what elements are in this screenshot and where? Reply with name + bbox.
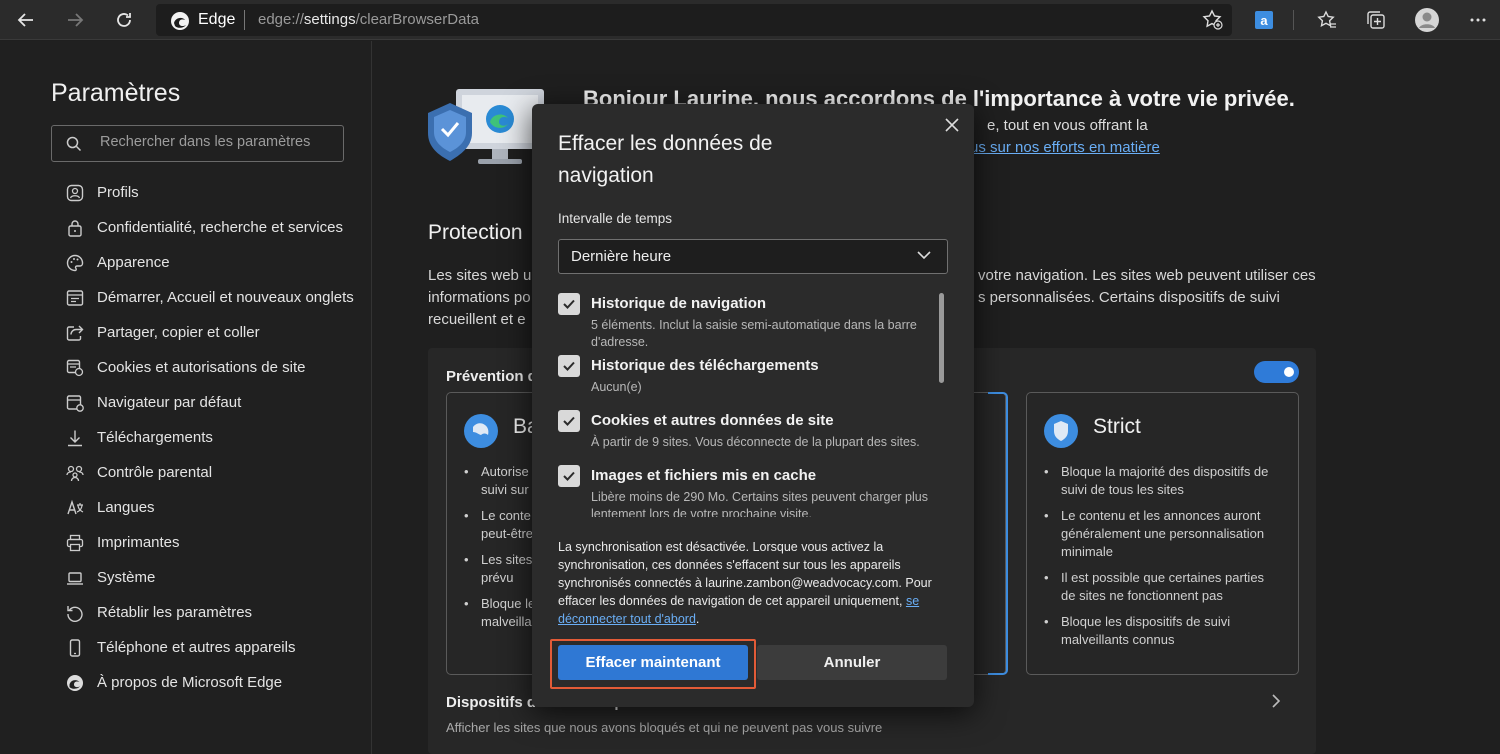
- greeting-subtext: e, tout en vous offrant la: [987, 117, 1148, 134]
- sidebar-item-reset[interactable]: Rétablir les paramètres: [66, 598, 356, 633]
- printer-icon: [66, 534, 84, 552]
- profile-avatar-icon[interactable]: [1413, 6, 1441, 34]
- address-separator: [244, 10, 245, 30]
- browser-toolbar: Edge edge://settings/clearBrowserData a: [0, 0, 1500, 40]
- download-icon: [68, 430, 82, 447]
- search-icon: [66, 136, 82, 152]
- favorites-icon[interactable]: [1313, 6, 1341, 34]
- chevron-right-icon[interactable]: [1270, 693, 1282, 709]
- search-input[interactable]: [100, 134, 330, 150]
- dialog-title: Effacer les données de navigation: [558, 132, 773, 187]
- sidebar-item-profils[interactable]: Profils: [66, 178, 356, 213]
- time-range-value: Dernière heure: [571, 248, 672, 265]
- family-icon: [66, 465, 84, 482]
- sidebar-item-system[interactable]: Système: [66, 563, 356, 598]
- checkbox-browsing-history[interactable]: [558, 293, 580, 315]
- more-menu-icon[interactable]: [1464, 6, 1492, 34]
- phone-icon: [69, 639, 81, 657]
- checkmark-icon: [563, 471, 575, 481]
- sidebar-item-about[interactable]: À propos de Microsoft Edge: [66, 668, 356, 703]
- clear-browsing-data-dialog: Effacer les données de navigation Interv…: [532, 104, 974, 707]
- lock-icon: [68, 220, 82, 237]
- strict-card-title: Strict: [1093, 415, 1141, 438]
- balanced-card-selected[interactable]: [988, 392, 1008, 675]
- back-button[interactable]: [10, 4, 42, 36]
- settings-menu: Profils Confidentialité, recherche et se…: [66, 178, 356, 703]
- basic-shield-icon: [464, 414, 498, 448]
- settings-title: Paramètres: [51, 79, 181, 107]
- sidebar-item-start[interactable]: Démarrer, Accueil et nouveaux onglets: [66, 283, 356, 318]
- profile-icon: [66, 184, 84, 202]
- prevention-label: Prévention d: [446, 368, 537, 385]
- checkbox-cached-images[interactable]: [558, 465, 580, 487]
- browser-icon: [66, 395, 84, 412]
- blocked-trackers-subtitle: Afficher les sites que nous avons bloqué…: [446, 720, 883, 735]
- privacy-illustration-icon: [428, 89, 544, 164]
- sidebar-item-cookies[interactable]: Cookies et autorisations de site: [66, 353, 356, 388]
- share-icon: [66, 325, 84, 341]
- options-scrollbar[interactable]: [939, 293, 944, 383]
- address-bar[interactable]: Edge edge://settings/clearBrowserData: [156, 4, 1232, 36]
- checkbox-download-history[interactable]: [558, 355, 580, 377]
- language-icon: [67, 499, 84, 515]
- time-range-label: Intervalle de temps: [558, 211, 673, 226]
- settings-sidebar: Paramètres Profils Confidentialité, rech…: [0, 41, 372, 754]
- toolbar-divider: [1293, 10, 1294, 30]
- refresh-button[interactable]: [108, 4, 140, 36]
- checkmark-icon: [563, 361, 575, 371]
- arrow-right-icon: [68, 13, 84, 27]
- palette-icon: [66, 254, 84, 272]
- laptop-icon: [67, 572, 83, 585]
- cookie-icon: [66, 359, 84, 377]
- sidebar-item-phone[interactable]: Téléphone et autres appareils: [66, 633, 356, 668]
- data-options-list: Historique de navigation 5 éléments. Inc…: [556, 291, 936, 517]
- svg-text:a: a: [1260, 13, 1268, 28]
- edge-logo-icon: [171, 12, 189, 30]
- strict-card[interactable]: Strict Bloque la majorité des dispositif…: [1026, 392, 1299, 675]
- sidebar-item-privacy[interactable]: Confidentialité, recherche et services: [66, 213, 356, 248]
- learn-more-link[interactable]: us sur nos efforts en matière: [970, 137, 1160, 159]
- tracking-prevention-toggle[interactable]: [1254, 361, 1299, 383]
- sidebar-item-share[interactable]: Partager, copier et coller: [66, 318, 356, 353]
- forward-button[interactable]: [59, 4, 91, 36]
- clear-now-button[interactable]: Effacer maintenant: [558, 645, 748, 680]
- refresh-icon: [117, 13, 131, 27]
- time-range-select[interactable]: Dernière heure: [558, 239, 948, 274]
- add-favorite-icon[interactable]: [1202, 9, 1224, 36]
- reset-icon: [67, 606, 83, 622]
- chevron-down-icon: [917, 251, 931, 260]
- sidebar-item-appearance[interactable]: Apparence: [66, 248, 356, 283]
- arrow-left-icon: [17, 13, 33, 27]
- checkmark-icon: [563, 299, 575, 309]
- browser-brand: Edge: [198, 11, 236, 28]
- settings-search[interactable]: [51, 125, 344, 162]
- edge-icon: [67, 675, 83, 691]
- collections-icon[interactable]: [1362, 6, 1390, 34]
- sync-notice: La synchronisation est désactivée. Lorsq…: [558, 540, 932, 626]
- sidebar-item-parental[interactable]: Contrôle parental: [66, 458, 356, 493]
- sidebar-item-languages[interactable]: Langues: [66, 493, 356, 528]
- basic-bullets: • Autorise suivi sur • Le conte peut-être …: [464, 464, 536, 629]
- close-icon[interactable]: [943, 116, 961, 134]
- strict-bullets: Bloque la majorité des dispositifs de su…: [1044, 463, 1271, 657]
- sidebar-item-downloads[interactable]: Téléchargements: [66, 423, 356, 458]
- protection-title: Protection: [428, 221, 523, 244]
- home-tab-icon: [66, 290, 84, 306]
- url-text: edge://settings/clearBrowserData: [258, 11, 479, 28]
- extension-icon[interactable]: a: [1250, 6, 1278, 34]
- checkmark-icon: [563, 416, 575, 426]
- checkbox-cookies[interactable]: [558, 410, 580, 432]
- cancel-button[interactable]: Annuler: [757, 645, 947, 680]
- sidebar-item-printers[interactable]: Imprimantes: [66, 528, 356, 563]
- strict-shield-icon: [1044, 414, 1078, 448]
- sidebar-item-default-browser[interactable]: Navigateur par défaut: [66, 388, 356, 423]
